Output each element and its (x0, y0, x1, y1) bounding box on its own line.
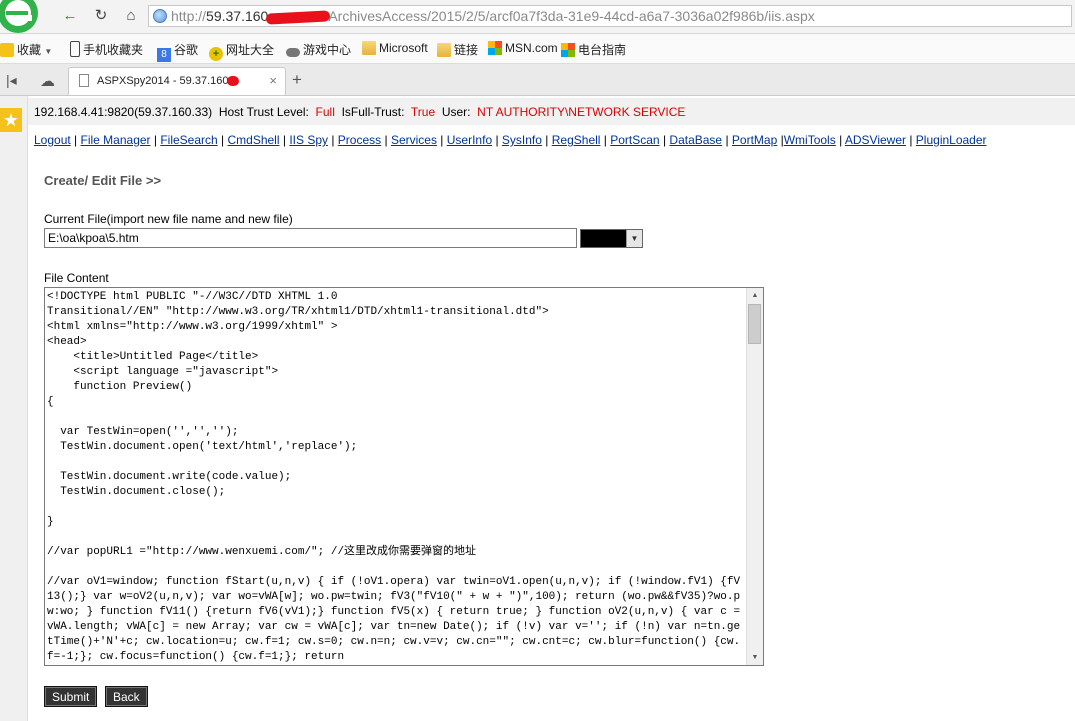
tool-nav-links: Logout | File Manager | FileSearch | Cmd… (34, 133, 987, 147)
redaction-mark (266, 10, 331, 25)
nav-link-portmap[interactable]: PortMap (732, 133, 777, 147)
close-icon[interactable]: × (269, 73, 277, 88)
url-text: http://59.37.160 ArchivesAccess/2015/2/5/… (171, 8, 815, 25)
tab-strip: |◂ ☁ ASPXSpy2014 - 59.37.160. × + (0, 64, 1075, 96)
redaction-mark (227, 76, 239, 86)
page-icon (79, 74, 89, 87)
nav-link-adsviewer[interactable]: ADSViewer (845, 133, 906, 147)
bookmarks-bar: 收藏 ▼ 手机收藏夹 8 谷歌 + 网址大全 游戏中心 Microsoft 链接 M… (0, 34, 1075, 64)
scroll-up-icon[interactable]: ▲ (747, 288, 763, 303)
favorites-star-icon[interactable]: ★ (0, 108, 22, 132)
bookmark-item[interactable]: 链接 (437, 41, 478, 58)
globe-icon (153, 9, 167, 23)
nav-link-services[interactable]: Services (391, 133, 437, 147)
plus-icon: + (209, 47, 223, 61)
submit-button[interactable]: Submit (44, 686, 98, 707)
current-file-label: Current File(import new file name and ne… (44, 212, 293, 226)
nav-link-cmdshell[interactable]: CmdShell (227, 133, 279, 147)
vertical-scrollbar[interactable]: ▲ ▼ (746, 288, 763, 665)
tab-active[interactable]: ASPXSpy2014 - 59.37.160. × (68, 67, 286, 95)
fulltrust-value: True (410, 105, 436, 119)
encoding-select[interactable]: ▼ (580, 229, 643, 248)
bookmark-item[interactable]: 手机收藏夹 (70, 41, 143, 58)
trust-value: Full (315, 105, 335, 119)
gamepad-icon (286, 48, 300, 57)
current-file-input[interactable] (44, 228, 577, 248)
bookmark-item[interactable]: + 网址大全 (209, 41, 274, 61)
nav-link-file-manager[interactable]: File Manager (81, 133, 151, 147)
sidebar-toggle-icon[interactable]: |◂ (6, 72, 17, 89)
nav-link-wmitools[interactable]: WmiTools (784, 133, 836, 147)
address-bar: ← ↻ ⌂ http://59.37.160 ArchivesAccess/201… (0, 0, 1075, 34)
nav-link-sysinfo[interactable]: SysInfo (502, 133, 542, 147)
nav-link-filesearch[interactable]: FileSearch (160, 133, 217, 147)
bookmark-item[interactable]: Microsoft (362, 41, 428, 55)
chevron-down-icon: ▼ (626, 230, 642, 247)
host-info-line: 192.168.4.41:9820(59.37.160.33) Host Tru… (34, 105, 685, 119)
star-icon (0, 43, 14, 57)
windows-icon (561, 43, 575, 57)
nav-link-regshell[interactable]: RegShell (552, 133, 601, 147)
phone-icon (70, 41, 80, 57)
back-button[interactable]: Back (105, 686, 148, 707)
folder-icon (362, 41, 376, 55)
bookmark-favorites[interactable]: 收藏 ▼ (0, 41, 52, 58)
scroll-down-icon[interactable]: ▼ (747, 650, 763, 665)
bookmark-item[interactable]: MSN.com (488, 41, 558, 55)
refresh-icon[interactable]: ↻ (92, 7, 110, 25)
nav-link-logout[interactable]: Logout (34, 133, 71, 147)
browser-logo-icon[interactable] (0, 0, 44, 34)
new-tab-icon[interactable]: + (292, 70, 302, 90)
tab-title: ASPXSpy2014 - 59.37.160. (97, 75, 232, 87)
bookmark-item[interactable]: 电台指南 (561, 41, 626, 58)
file-content-label: File Content (44, 271, 109, 285)
file-content-text: <!DOCTYPE html PUBLIC "-//W3C//DTD XHTML… (47, 291, 741, 663)
url-field[interactable]: http://59.37.160 ArchivesAccess/2015/2/5/… (148, 5, 1072, 27)
trust-label: Host Trust Level: (218, 105, 309, 119)
left-sidebar: ★ (0, 96, 28, 721)
google-icon: 8 (157, 48, 171, 62)
fulltrust-label: IsFull-Trust: (341, 105, 405, 119)
host-info-bar: 192.168.4.41:9820(59.37.160.33) Host Tru… (28, 98, 1075, 125)
nav-link-process[interactable]: Process (338, 133, 381, 147)
folder-icon (437, 43, 451, 57)
nav-link-portscan[interactable]: PortScan (610, 133, 659, 147)
nav-link-pluginloader[interactable]: PluginLoader (916, 133, 987, 147)
cloud-icon[interactable]: ☁ (40, 72, 55, 90)
home-icon[interactable]: ⌂ (122, 7, 140, 25)
scroll-thumb[interactable] (748, 304, 761, 344)
user-value: NT AUTHORITY\NETWORK SERVICE (477, 105, 686, 119)
bookmark-item[interactable]: 8 谷歌 (157, 41, 198, 62)
host-address: 192.168.4.41:9820(59.37.160.33) (34, 105, 213, 119)
msn-icon (488, 41, 502, 55)
section-title: Create/ Edit File >> (44, 173, 162, 188)
file-content-textarea[interactable]: <!DOCTYPE html PUBLIC "-//W3C//DTD XHTML… (44, 287, 764, 666)
chevron-down-icon: ▼ (44, 47, 53, 56)
nav-link-iis-spy[interactable]: IIS Spy (289, 133, 328, 147)
back-arrow-icon[interactable]: ← (61, 7, 79, 25)
nav-link-userinfo[interactable]: UserInfo (447, 133, 492, 147)
user-label: User: (441, 105, 471, 119)
bookmark-item[interactable]: 游戏中心 (286, 41, 351, 58)
nav-link-database[interactable]: DataBase (669, 133, 722, 147)
